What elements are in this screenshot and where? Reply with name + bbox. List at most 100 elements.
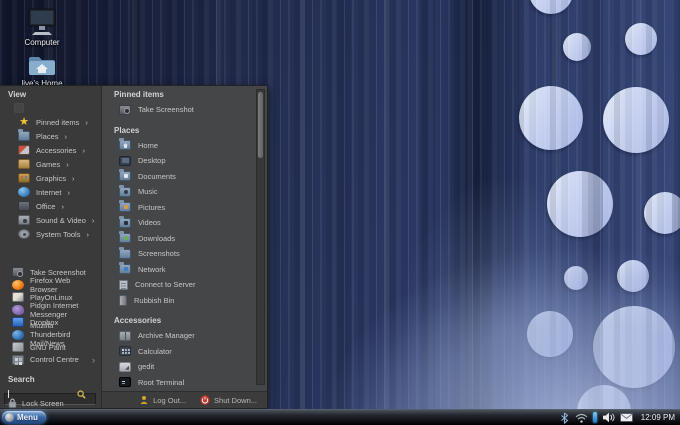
internet-icon bbox=[18, 187, 30, 197]
menu-logo-icon bbox=[5, 413, 14, 422]
menu-item-label: Music bbox=[138, 187, 158, 197]
view-filter-dimmed-icon bbox=[14, 103, 24, 113]
favorite-mozilla-thunderbird-mail-news[interactable]: Mozilla Thunderbird Mail/News › bbox=[0, 321, 101, 348]
shut-down-label: Shut Down... bbox=[214, 395, 257, 405]
category-label: Sound & Video bbox=[36, 215, 86, 225]
application-menu: View Pinned items › Places › Accessories bbox=[0, 85, 268, 409]
search-icon bbox=[77, 390, 86, 399]
section-header-places: Places bbox=[114, 125, 140, 135]
menu-item-downloads[interactable]: Downloads bbox=[114, 231, 253, 247]
category-games[interactable]: Games › bbox=[0, 157, 101, 171]
menu-button[interactable]: Menu bbox=[2, 411, 46, 424]
menu-item-rubbish-bin[interactable]: Rubbish Bin bbox=[114, 293, 253, 309]
scrollbar-thumb[interactable] bbox=[258, 92, 263, 158]
playonlinux-icon bbox=[12, 292, 24, 303]
firefox-icon bbox=[12, 279, 24, 290]
submenu-arrow-icon: › bbox=[91, 215, 95, 225]
search-header: Search bbox=[8, 375, 35, 384]
submenu-arrow-icon: › bbox=[92, 354, 95, 365]
category-label: Places bbox=[36, 131, 59, 141]
pidgin-icon bbox=[12, 304, 24, 315]
menu-item-archive-manager[interactable]: Archive Manager bbox=[114, 328, 253, 344]
menu-main-panel: Pinned items Take Screenshot Places Home… bbox=[102, 86, 267, 408]
submenu-arrow-icon: › bbox=[72, 173, 75, 183]
category-pinned-items[interactable]: Pinned items › bbox=[0, 115, 101, 129]
menu-item-take-screenshot[interactable]: Take Screenshot bbox=[114, 102, 253, 118]
category-graphics[interactable]: Graphics › bbox=[0, 171, 101, 185]
favorite-label: Firefox Web Browser bbox=[30, 275, 71, 294]
desktop-icon-label: Computer bbox=[24, 38, 60, 47]
category-sound-video[interactable]: Sound & Video › bbox=[0, 213, 101, 227]
desktop-icon-home[interactable]: live's Home bbox=[10, 54, 74, 88]
menu-item-calculator[interactable]: Calculator bbox=[114, 344, 253, 360]
desktop-icon-computer[interactable]: Computer bbox=[10, 8, 74, 47]
home-icon bbox=[119, 138, 131, 151]
gnupaint-icon bbox=[12, 342, 24, 353]
view-header: View bbox=[8, 90, 27, 99]
menu-item-label: Screenshots bbox=[138, 249, 180, 259]
sound-video-icon bbox=[18, 215, 30, 225]
submenu-arrow-icon: › bbox=[85, 117, 88, 127]
menu-item-label: Home bbox=[138, 140, 159, 150]
menu-item-network[interactable]: Network bbox=[114, 262, 253, 278]
status-indicator[interactable] bbox=[592, 412, 597, 423]
system-tray: 12:09 PM bbox=[559, 412, 680, 424]
computer-monitor-icon bbox=[28, 8, 56, 35]
menu-item-label: Documents bbox=[138, 171, 176, 181]
menu-scrollbar[interactable] bbox=[256, 89, 265, 385]
category-system-tools[interactable]: System Tools › bbox=[0, 227, 101, 241]
favorite-pidgin-internet-messenger[interactable]: Pidgin Internet Messenger › bbox=[0, 301, 101, 319]
network-icon bbox=[119, 262, 131, 275]
category-internet[interactable]: Internet › bbox=[0, 185, 101, 199]
home-folder-icon bbox=[29, 57, 55, 75]
desktop-icon bbox=[119, 155, 131, 166]
games-icon bbox=[18, 159, 30, 169]
category-accessories[interactable]: Accessories › bbox=[0, 143, 101, 157]
menu-item-label: Calculator bbox=[138, 346, 172, 356]
section-header-pinned-items: Pinned items bbox=[114, 90, 164, 99]
taskbar-clock[interactable]: 12:09 PM bbox=[638, 413, 675, 422]
submenu-arrow-icon: › bbox=[66, 159, 69, 169]
menu-button-label: Menu bbox=[17, 413, 38, 422]
menu-item-connect-to-server[interactable]: Connect to Server bbox=[114, 277, 253, 293]
menu-item-home[interactable]: Home bbox=[114, 138, 253, 154]
office-icon bbox=[18, 201, 30, 211]
gedit-icon bbox=[119, 361, 131, 372]
shut-down-button[interactable]: Shut Down... bbox=[200, 395, 257, 405]
desktop: Computer live's Home View Pinned items › bbox=[0, 0, 680, 425]
submenu-arrow-icon: › bbox=[86, 229, 89, 239]
menu-item-label: Videos bbox=[138, 218, 161, 228]
category-places[interactable]: Places › bbox=[0, 129, 101, 143]
wifi-icon[interactable] bbox=[575, 413, 588, 423]
menu-item-gedit[interactable]: gedit bbox=[114, 359, 253, 375]
places-folder-icon bbox=[18, 129, 30, 141]
log-out-label: Log Out... bbox=[153, 395, 187, 405]
favorite-label: GNU Paint bbox=[30, 342, 66, 352]
volume-icon[interactable] bbox=[602, 412, 615, 423]
menu-item-screenshots[interactable]: Screenshots bbox=[114, 246, 253, 262]
menu-item-documents[interactable]: Documents bbox=[114, 169, 253, 185]
mail-icon[interactable] bbox=[619, 413, 633, 422]
screenshot-icon bbox=[119, 104, 131, 115]
category-label: Accessories bbox=[36, 145, 77, 155]
menu-item-label: Pictures bbox=[138, 202, 166, 212]
category-office[interactable]: Office › bbox=[0, 199, 101, 213]
accessories-icon bbox=[18, 145, 30, 155]
log-out-button[interactable]: Log Out... bbox=[139, 395, 186, 405]
lock-screen-button[interactable]: Lock Screen bbox=[0, 397, 64, 409]
menu-item-root-terminal[interactable]: Root Terminal bbox=[114, 375, 253, 391]
log-out-person-icon bbox=[140, 396, 148, 404]
screenshots-icon bbox=[119, 246, 131, 259]
places-list: Home Desktop Documents Music Pictures Vi… bbox=[114, 138, 253, 309]
favorite-control-centre[interactable]: Control Centre › bbox=[0, 354, 101, 367]
favorite-firefox-web-browser[interactable]: Firefox Web Browser › bbox=[0, 275, 101, 294]
category-label: Graphics bbox=[36, 173, 67, 183]
menu-item-pictures[interactable]: Pictures bbox=[114, 200, 253, 216]
menu-item-videos[interactable]: Videos bbox=[114, 215, 253, 231]
control-centre-icon bbox=[12, 354, 24, 365]
bluetooth-icon[interactable] bbox=[559, 412, 570, 424]
menu-item-music[interactable]: Music bbox=[114, 184, 253, 200]
menu-footer: Log Out... Shut Down... bbox=[102, 391, 267, 408]
menu-item-desktop[interactable]: Desktop bbox=[114, 153, 253, 169]
music-icon bbox=[119, 184, 131, 197]
